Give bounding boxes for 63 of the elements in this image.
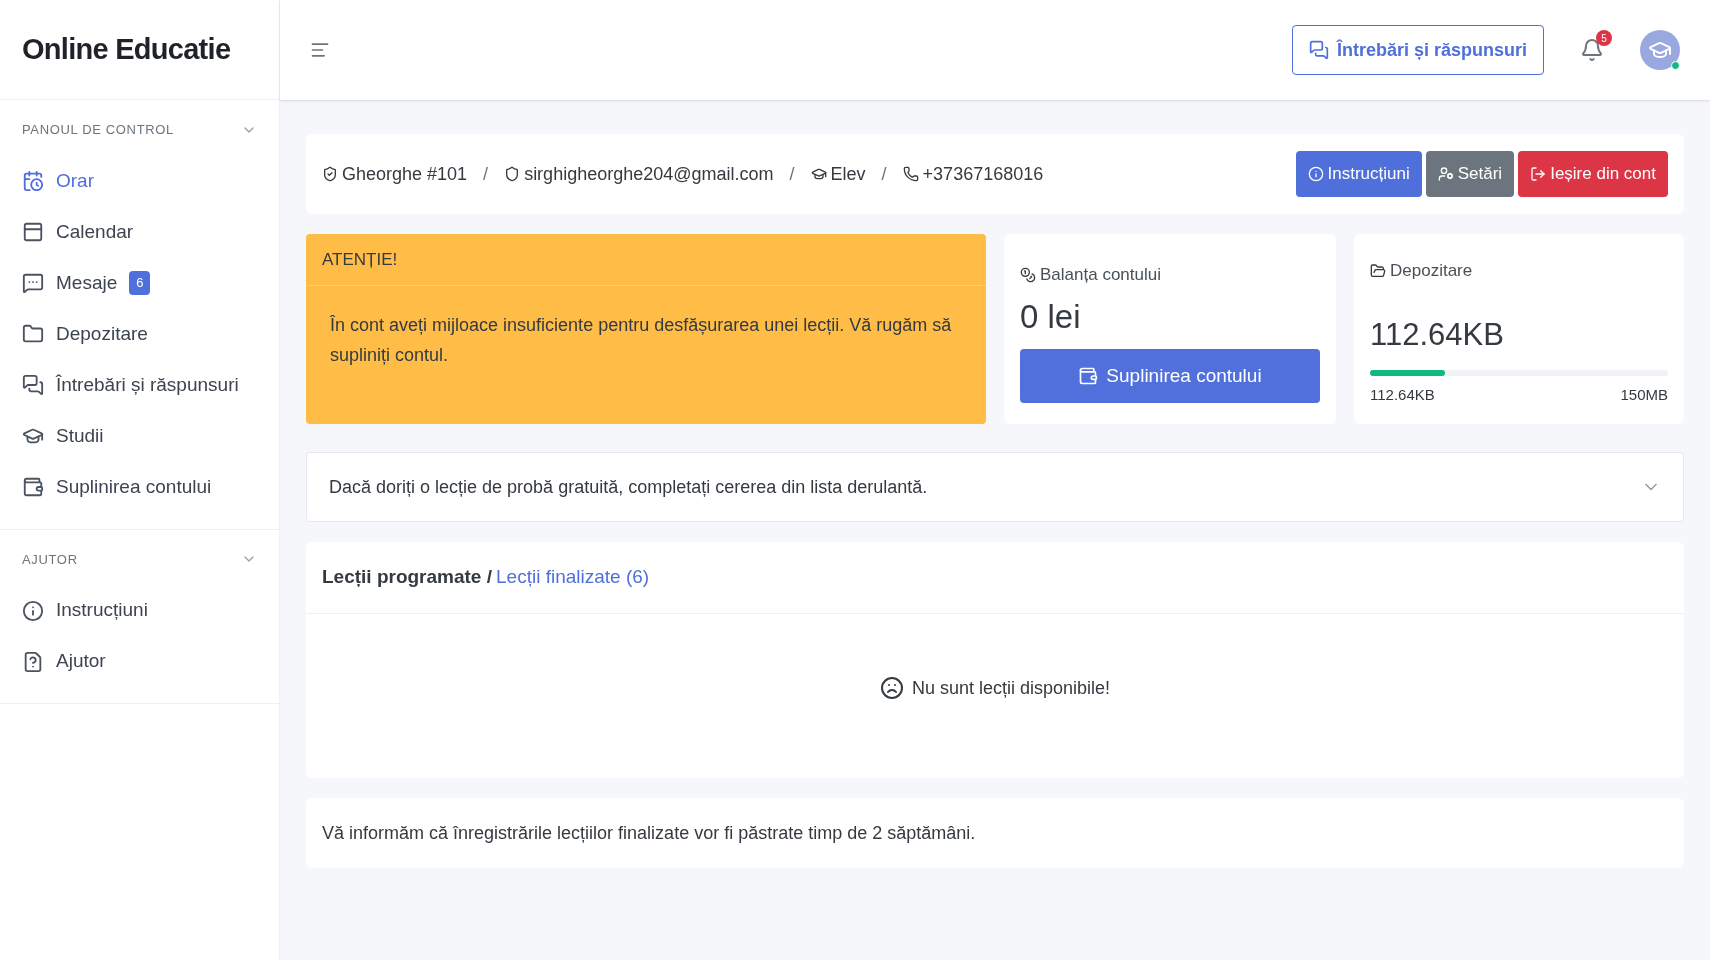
- sidebar-item[interactable]: Ajutor: [56, 647, 106, 676]
- balance-amount: 0 lei: [1020, 296, 1082, 337]
- sidebar-item[interactable]: Studii: [56, 421, 104, 451]
- profile-field: Elev: [830, 160, 866, 188]
- wallet-icon: [1078, 366, 1099, 386]
- phone-icon: [902, 166, 919, 182]
- breadcrumb-separator: /: [789, 162, 795, 186]
- user-settings-icon: [1437, 166, 1454, 182]
- storage-used: 112.64KB: [1370, 315, 1505, 354]
- lessons-title: Lecții programate /: [322, 565, 492, 590]
- info-text: Vă informăm că înregistrările lecțiilor finalizate vor fi păstrate timp de 2 săptămâni.: [322, 821, 976, 845]
- top-up-button[interactable]: Suplinirea contului: [1020, 349, 1320, 403]
- profile-field: sirghigheorghe204@gmail.com: [524, 160, 774, 188]
- breadcrumb-separator: /: [483, 162, 489, 186]
- message-icon: [22, 272, 44, 294]
- sidebar-item[interactable]: Orar: [56, 166, 94, 196]
- profile-field: +37367168016: [922, 160, 1044, 188]
- profile-field: Gheorghe #101: [342, 160, 468, 188]
- qa-button[interactable]: Întrebări și răspunsuri: [1291, 25, 1544, 75]
- shield-check-icon: [322, 166, 338, 182]
- info-button[interactable]: Instrucțiuni: [1295, 151, 1422, 197]
- sidebar-item[interactable]: Calendar: [56, 217, 134, 247]
- notification-button[interactable]: 5: [1572, 30, 1612, 70]
- folder-icon: [1370, 262, 1386, 279]
- empty-message: Nu sunt lecții disponibile!: [911, 676, 1111, 700]
- wallet-icon: [22, 476, 44, 498]
- chat-icon: [1308, 40, 1329, 60]
- folder-icon: [22, 323, 44, 345]
- sidebar-item[interactable]: Depozitare: [56, 319, 148, 349]
- avatar[interactable]: [1640, 30, 1680, 70]
- sidebar-item[interactable]: Întrebări și răspunsuri: [56, 370, 239, 400]
- trial-dropdown[interactable]: Dacă doriți o lecție de probă gratuită, completați cererea din lista derulantă.: [306, 452, 1684, 522]
- settings-button[interactable]: Setări: [1425, 151, 1515, 197]
- finished-lessons-link[interactable]: Lecții finalizate (6): [496, 563, 650, 592]
- alert-title: ATENȚIE!: [322, 248, 398, 271]
- help-icon: [22, 650, 44, 673]
- storage-max-label: 150MB: [1620, 385, 1668, 405]
- count-badge: 6: [129, 271, 151, 295]
- section-title: AJUTOR: [22, 550, 78, 569]
- logout-button[interactable]: Ieșire din cont: [1518, 151, 1668, 197]
- info-icon: [22, 599, 44, 622]
- notification-badge: 5: [1596, 30, 1612, 46]
- trial-text: Dacă doriți o lecție de probă gratuită, completați cererea din lista derulantă.: [329, 475, 928, 499]
- section-title: PANOUL DE CONTROL: [22, 121, 174, 139]
- calendar-clock-icon: [22, 170, 44, 192]
- sidebar-item[interactable]: Suplinirea contului: [56, 472, 212, 502]
- logout-icon: [1530, 166, 1547, 182]
- shield-icon: [504, 166, 521, 182]
- graduation-cap-icon: [810, 166, 827, 182]
- breadcrumb-separator: /: [881, 162, 887, 186]
- coins-icon: [1020, 266, 1036, 283]
- sad-face-icon: [879, 676, 904, 700]
- sidebar-item[interactable]: Instrucțiuni: [56, 596, 148, 625]
- storage-min-label: 112.64KB: [1370, 385, 1435, 405]
- card-title: Balanța contului: [1040, 264, 1161, 286]
- sidebar-item[interactable]: Mesaje: [56, 268, 118, 298]
- alert-text: În cont aveți mijloace insuficiente pentru desfășurarea unei lecții. Vă rugăm să supliniți contul.: [328, 314, 953, 367]
- app-logo: Online Educatie: [22, 31, 231, 67]
- info-icon: [1307, 166, 1324, 182]
- calendar-icon: [22, 221, 44, 243]
- card-title: Depozitare: [1390, 260, 1473, 282]
- menu-icon[interactable]: [310, 40, 330, 60]
- chat-icon: [22, 374, 44, 396]
